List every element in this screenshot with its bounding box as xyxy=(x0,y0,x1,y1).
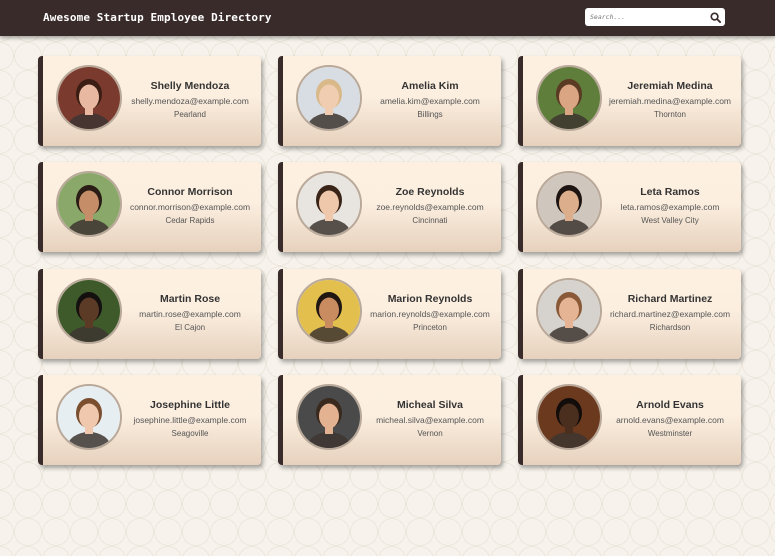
search-button[interactable] xyxy=(705,8,725,26)
employee-card[interactable]: Leta Ramos leta.ramos@example.com West Val… xyxy=(518,162,741,252)
employee-info: Amelia Kim amelia.kim@example.com Billings xyxy=(359,80,501,121)
employee-card[interactable]: Jeremiah Medina jeremiah.medina@example.c… xyxy=(518,56,741,146)
employee-email: leta.ramos@example.com xyxy=(620,202,720,212)
employee-email: josephine.little@example.com xyxy=(133,415,247,425)
employee-avatar xyxy=(536,384,602,450)
employee-avatar xyxy=(56,65,122,131)
employee-city: Cedar Rapids xyxy=(165,216,215,225)
employee-email: richard.martinez@example.com xyxy=(609,309,731,319)
employee-card[interactable]: Josephine Little josephine.little@example… xyxy=(38,375,261,465)
employee-avatar xyxy=(56,171,122,237)
page-title: Awesome Startup Employee Directory xyxy=(43,11,272,24)
employee-name: Connor Morrison xyxy=(147,186,233,198)
employee-avatar xyxy=(536,171,602,237)
employee-info: Richard Martinez richard.martinez@example… xyxy=(599,293,741,334)
employee-avatar xyxy=(56,384,122,450)
app-header: Awesome Startup Employee Directory xyxy=(0,0,775,36)
employee-city: Westminster xyxy=(647,429,693,438)
employee-info: Martin Rose martin.rose@example.com El Caj… xyxy=(119,293,261,334)
employee-name: Leta Ramos xyxy=(640,186,700,198)
employee-email: amelia.kim@example.com xyxy=(380,96,480,106)
employee-card[interactable]: Richard Martinez richard.martinez@example… xyxy=(518,269,741,359)
employee-name: Richard Martinez xyxy=(627,293,713,305)
employee-card[interactable]: Martin Rose martin.rose@example.com El Caj… xyxy=(38,269,261,359)
employee-card[interactable]: Zoe Reynolds zoe.reynolds@example.com Cinc… xyxy=(278,162,501,252)
employee-email: micheal.silva@example.com xyxy=(376,415,484,425)
employee-email: martin.rose@example.com xyxy=(139,309,241,319)
employee-email: zoe.reynolds@example.com xyxy=(376,202,484,212)
employee-email: jeremiah.medina@example.com xyxy=(608,96,731,106)
employee-avatar xyxy=(536,65,602,131)
employee-city: Billings xyxy=(417,110,443,119)
employee-name: Arnold Evans xyxy=(636,399,704,411)
employee-info: Josephine Little josephine.little@example… xyxy=(119,399,261,440)
employee-name: Jeremiah Medina xyxy=(627,80,713,92)
employee-name: Josephine Little xyxy=(150,399,230,411)
employee-city: Pearland xyxy=(173,110,207,119)
employee-info: Jeremiah Medina jeremiah.medina@example.c… xyxy=(599,80,741,121)
employee-city: Seagoville xyxy=(171,429,209,438)
employee-info: Leta Ramos leta.ramos@example.com West Val… xyxy=(599,186,741,227)
employee-email: shelly.mendoza@example.com xyxy=(131,96,249,106)
employee-card[interactable]: Shelly Mendoza shelly.mendoza@example.com… xyxy=(38,56,261,146)
employee-name: Amelia Kim xyxy=(401,80,459,92)
employee-email: marion.reynolds@example.com xyxy=(370,309,490,319)
employee-info: Connor Morrison connor.morrison@example.c… xyxy=(119,186,261,227)
search-input[interactable] xyxy=(585,8,703,26)
employee-avatar xyxy=(296,65,362,131)
employee-card[interactable]: Micheal Silva micheal.silva@example.com Ve… xyxy=(278,375,501,465)
employee-card[interactable]: Connor Morrison connor.morrison@example.c… xyxy=(38,162,261,252)
employee-name: Shelly Mendoza xyxy=(150,80,230,92)
employee-name: Zoe Reynolds xyxy=(395,186,465,198)
employee-info: Shelly Mendoza shelly.mendoza@example.com… xyxy=(119,80,261,121)
employee-city: Richardson xyxy=(649,323,691,332)
employee-city: Vernon xyxy=(417,429,443,438)
employee-card[interactable]: Marion Reynolds marion.reynolds@example.c… xyxy=(278,269,501,359)
employee-avatar xyxy=(56,278,122,344)
employee-city: Cincinnati xyxy=(412,216,448,225)
employee-info: Zoe Reynolds zoe.reynolds@example.com Cinc… xyxy=(359,186,501,227)
employee-city: West Valley City xyxy=(641,216,699,225)
search-icon xyxy=(709,11,721,23)
employee-avatar xyxy=(296,171,362,237)
employee-card[interactable]: Amelia Kim amelia.kim@example.com Billings xyxy=(278,56,501,146)
employee-info: Arnold Evans arnold.evans@example.com West… xyxy=(599,399,741,440)
employee-avatar xyxy=(296,384,362,450)
employee-info: Marion Reynolds marion.reynolds@example.c… xyxy=(359,293,501,334)
employee-name: Micheal Silva xyxy=(397,399,463,411)
search-box xyxy=(585,8,725,26)
employee-city: Thornton xyxy=(653,110,687,119)
employee-card[interactable]: Arnold Evans arnold.evans@example.com West… xyxy=(518,375,741,465)
employee-info: Micheal Silva micheal.silva@example.com Ve… xyxy=(359,399,501,440)
employee-email: connor.morrison@example.com xyxy=(129,202,251,212)
employee-avatar xyxy=(536,278,602,344)
employee-name: Martin Rose xyxy=(159,293,221,305)
employee-city: El Cajon xyxy=(174,323,206,332)
employee-name: Marion Reynolds xyxy=(387,293,473,305)
employee-email: arnold.evans@example.com xyxy=(616,415,724,425)
employee-city: Princeton xyxy=(413,323,447,332)
employee-avatar xyxy=(296,278,362,344)
